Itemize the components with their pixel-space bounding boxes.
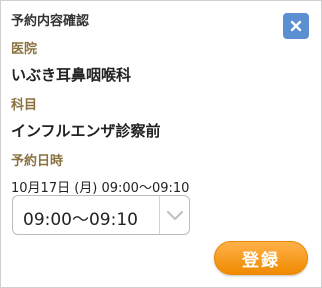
time-slot-selected-value: 09:00〜09:10	[23, 210, 138, 230]
dialog-title: 予約内容確認	[11, 14, 90, 29]
register-button[interactable]: 登録	[214, 241, 308, 275]
close-icon	[290, 20, 302, 32]
select-divider	[159, 196, 160, 234]
department-name: インフルエンザ診察前	[11, 122, 161, 140]
time-slot-select[interactable]: 09:00〜09:10	[12, 195, 190, 235]
reservation-confirm-dialog: 予約内容確認 医院 いぶき耳鼻咽喉科 科目 インフルエンザ診察前 予約日時 10…	[0, 0, 322, 288]
close-button[interactable]	[283, 13, 309, 39]
hospital-name: いぶき耳鼻咽喉科	[11, 66, 132, 84]
reservation-datetime: 10月17日 (月) 09:00〜09:10	[11, 181, 190, 196]
department-label: 科目	[11, 98, 38, 113]
reservation-datetime-label: 予約日時	[11, 154, 64, 169]
chevron-down-icon[interactable]	[165, 208, 185, 227]
hospital-label: 医院	[11, 42, 38, 57]
